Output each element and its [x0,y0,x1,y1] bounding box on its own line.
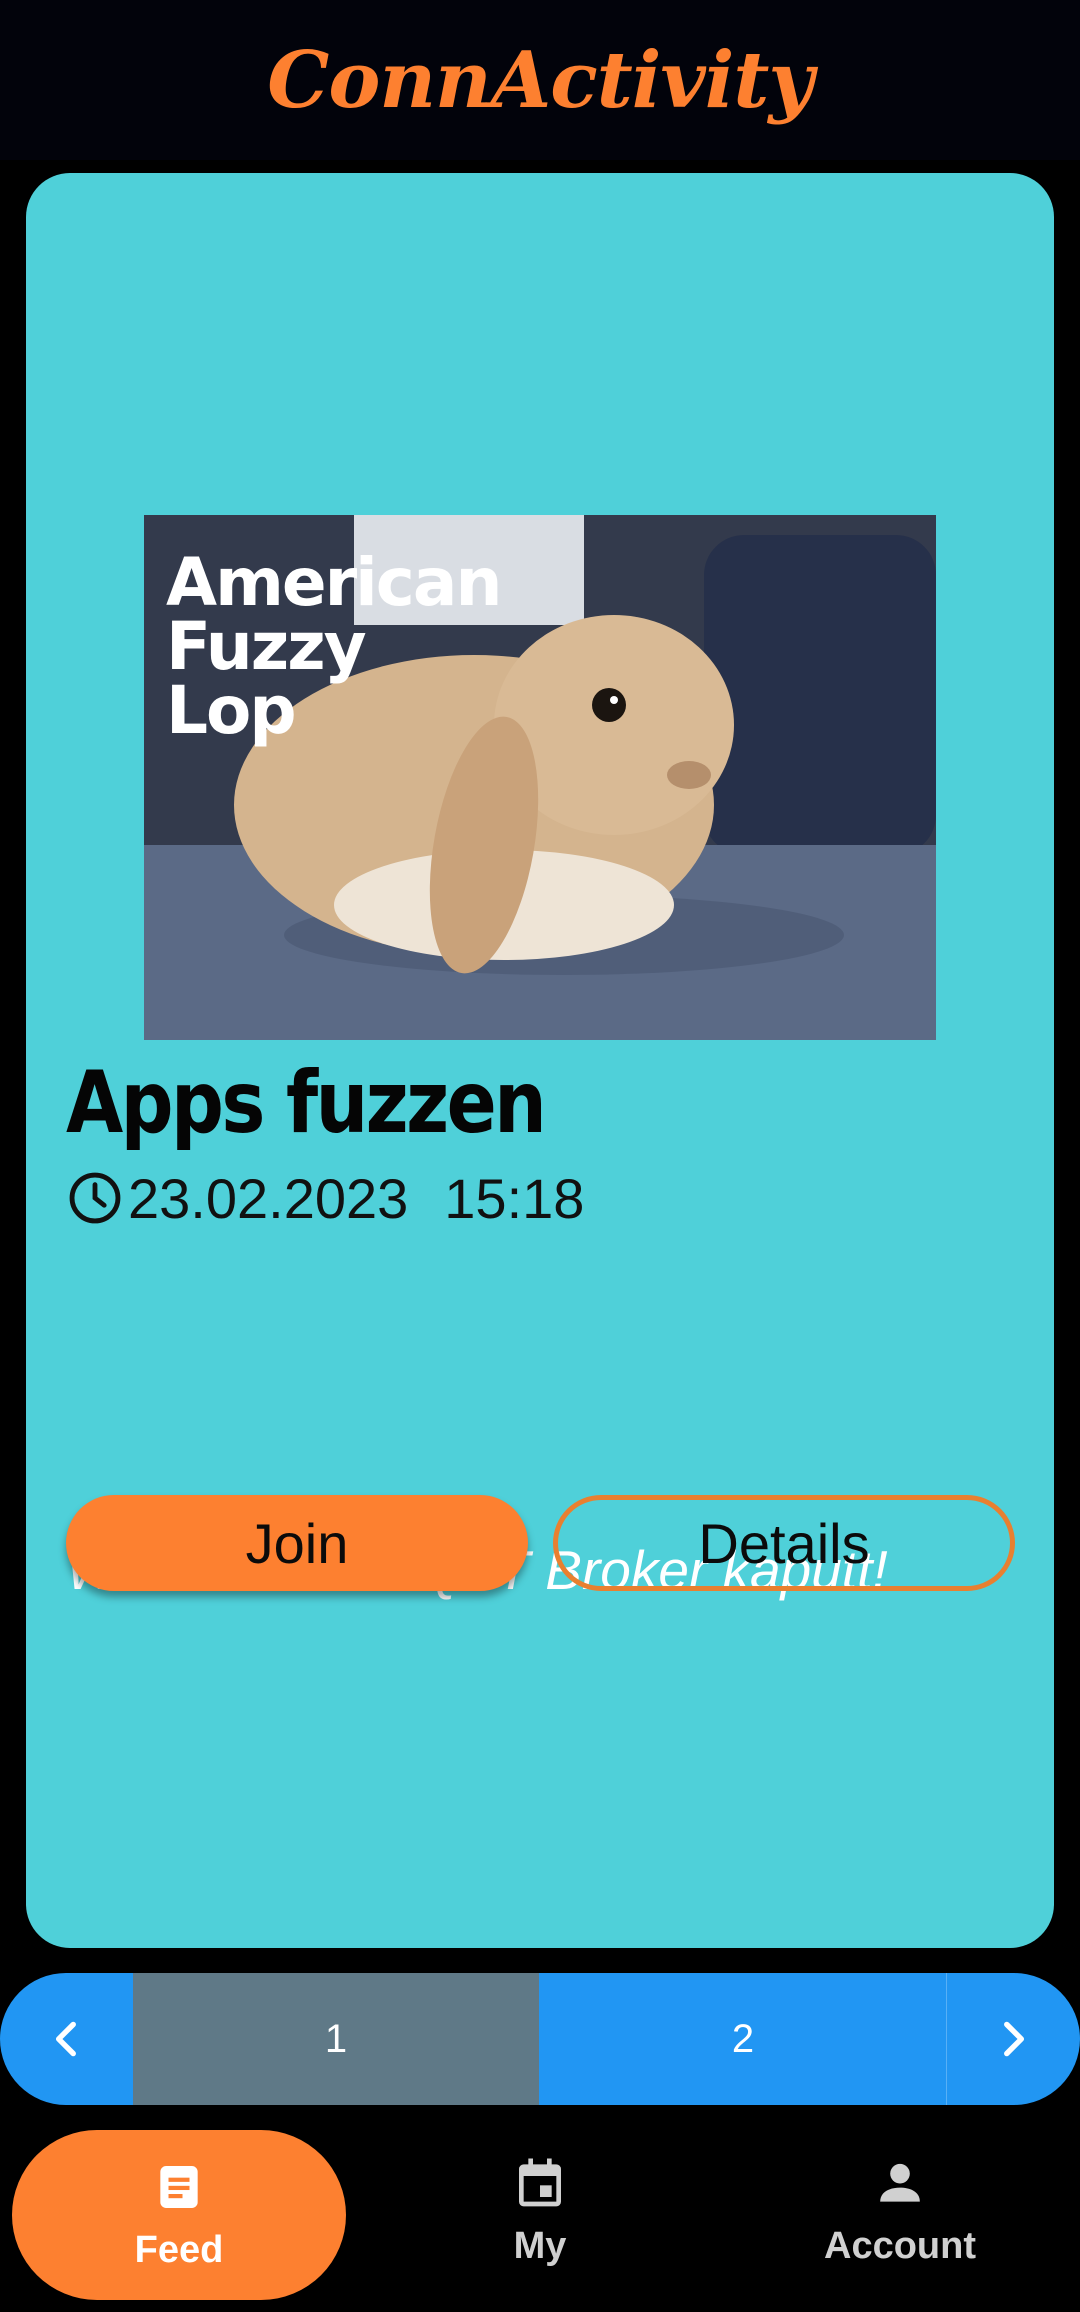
join-button[interactable]: Join [66,1495,528,1591]
nav-label-account: Account [824,2224,976,2267]
next-page-button[interactable] [946,1973,1079,2105]
page-button-1[interactable]: 1 [133,1973,539,2105]
image-caption-line: American [166,544,502,621]
page-button-2[interactable]: 2 [540,1973,946,2105]
clock-icon [69,1172,121,1224]
nav-label-feed: Feed [134,2228,224,2271]
app-root: ConnActivity American Fuzzy Lop Apps fuz… [0,0,1080,2312]
image-caption-line: Lop [166,672,297,749]
details-button[interactable]: Details [553,1495,1015,1591]
nav-label-my: My [513,2224,567,2267]
nav-item-feed[interactable]: Feed [12,2130,346,2300]
document-icon [160,2165,198,2208]
image-caption-line: Fuzzy [166,608,367,685]
calendar-icon [519,2158,561,2206]
pagination-bar: 1 2 [0,1973,1080,2105]
activity-card: American Fuzzy Lop Apps fuzzen 23.02.202… [26,173,1054,1948]
app-title: ConnActivity [267,34,814,126]
nav-item-account[interactable]: Account [750,2122,1050,2300]
previous-page-button[interactable] [0,1973,133,2105]
activity-datetime: 23.02.2023 15:18 [66,1163,584,1233]
activity-time: 15:18 [444,1166,585,1230]
chevron-left-icon [55,2021,76,2057]
activity-date: 23.02.2023 [128,1166,409,1230]
bottom-navigation: Feed My Account [0,2122,1080,2312]
activity-image: American Fuzzy Lop [144,515,936,1040]
image-caption: American Fuzzy Lop [166,544,502,749]
nav-item-my[interactable]: My [390,2122,690,2300]
chevron-right-icon [1004,2021,1025,2057]
person-icon [880,2163,920,2202]
activity-title: Apps fuzzen [66,1053,547,1153]
app-header: ConnActivity [0,0,1080,160]
